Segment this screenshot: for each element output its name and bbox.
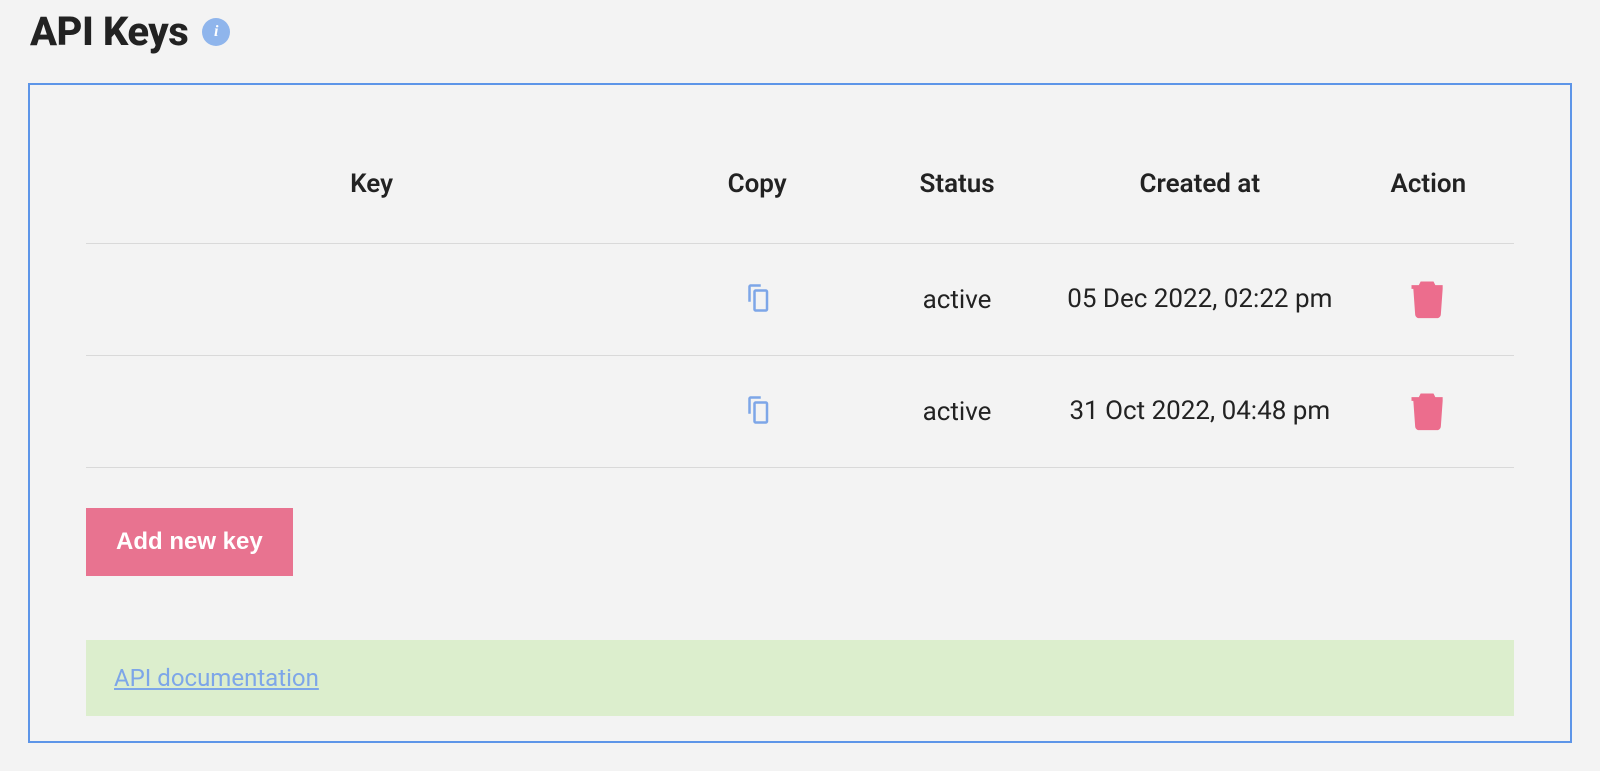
cell-key <box>86 244 657 356</box>
cell-action <box>1343 356 1514 468</box>
api-documentation-link[interactable]: API documentation <box>114 664 319 692</box>
copy-button[interactable] <box>738 391 776 432</box>
cell-action <box>1343 244 1514 356</box>
cell-copy <box>657 244 857 356</box>
api-documentation-banner: API documentation <box>86 640 1514 716</box>
trash-icon <box>1406 388 1450 435</box>
copy-button[interactable] <box>738 279 776 320</box>
column-header-created: Created at <box>1057 141 1343 244</box>
copy-icon <box>742 283 772 316</box>
delete-button[interactable] <box>1402 272 1454 327</box>
copy-icon <box>742 395 772 428</box>
delete-button[interactable] <box>1402 384 1454 439</box>
cell-created: 31 Oct 2022, 04:48 pm <box>1057 356 1343 468</box>
page-title: API Keys <box>30 8 188 55</box>
table-row: active 05 Dec 2022, 02:22 pm <box>86 244 1514 356</box>
api-keys-card: Key Copy Status Created at Action <box>28 83 1572 743</box>
add-new-key-button[interactable]: Add new key <box>86 508 293 576</box>
cell-status: active <box>857 244 1057 356</box>
cell-status: active <box>857 356 1057 468</box>
page-header: API Keys i <box>28 0 1572 83</box>
column-header-status: Status <box>857 141 1057 244</box>
cell-copy <box>657 356 857 468</box>
column-header-action: Action <box>1343 141 1514 244</box>
table-row: active 31 Oct 2022, 04:48 pm <box>86 356 1514 468</box>
cell-created: 05 Dec 2022, 02:22 pm <box>1057 244 1343 356</box>
info-icon[interactable]: i <box>202 18 230 46</box>
column-header-copy: Copy <box>657 141 857 244</box>
api-keys-table: Key Copy Status Created at Action <box>86 141 1514 468</box>
column-header-key: Key <box>86 141 657 244</box>
cell-key <box>86 356 657 468</box>
trash-icon <box>1406 276 1450 323</box>
